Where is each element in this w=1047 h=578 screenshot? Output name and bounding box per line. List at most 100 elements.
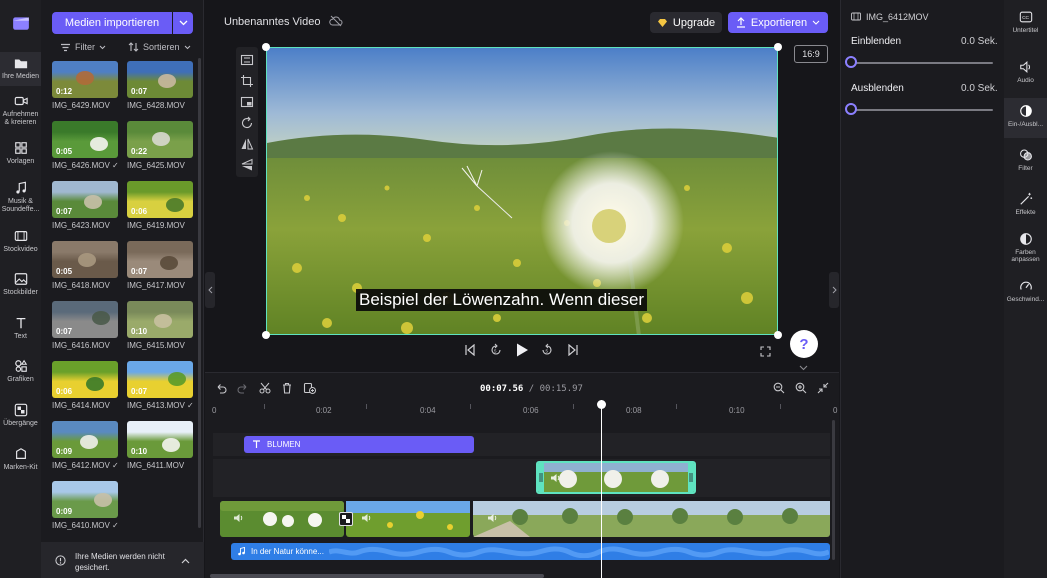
forward-5s-icon[interactable]: 5 — [540, 343, 554, 357]
media-thumbnail[interactable]: 0:12 — [52, 61, 118, 98]
fade-out-slider-track[interactable] — [851, 109, 993, 111]
speaker-icon[interactable] — [550, 473, 561, 483]
transition-button[interactable] — [339, 512, 353, 526]
nav-item-text[interactable]: Text — [0, 316, 41, 346]
upload-icon — [736, 17, 745, 28]
picture-in-picture-icon[interactable] — [240, 95, 254, 109]
text-clip-blumen[interactable]: BLUMEN — [244, 436, 474, 453]
zoom-in-icon[interactable] — [795, 382, 807, 394]
media-thumbnail[interactable]: 0:07 — [127, 361, 193, 398]
nav-item-vorlagen[interactable]: Vorlagen — [0, 141, 41, 171]
export-button[interactable]: Exportieren — [728, 12, 828, 33]
nav-item-ihre-medien[interactable]: Ihre Medien — [0, 52, 41, 86]
media-thumbnail[interactable]: 0:07 — [52, 181, 118, 218]
media-thumbnail[interactable]: 0:05 — [52, 241, 118, 278]
media-thumbnail[interactable]: 0:06 — [52, 361, 118, 398]
delete-trash-icon[interactable] — [281, 382, 293, 394]
nav-item-stockvideo[interactable]: Stockvideo — [0, 229, 41, 259]
playhead[interactable] — [601, 400, 602, 578]
sort-button[interactable]: Sortieren — [128, 42, 191, 52]
speaker-icon[interactable] — [487, 513, 498, 523]
media-scrollbar[interactable] — [198, 58, 201, 528]
tab-audio[interactable]: Audio — [1004, 60, 1047, 92]
rotate-icon[interactable] — [240, 116, 254, 130]
fade-in-slider-track[interactable] — [851, 62, 993, 64]
nav-label: Stockbilder — [3, 289, 38, 296]
collapse-properties-panel-button[interactable] — [829, 272, 839, 308]
media-thumbnail[interactable]: 0:07 — [52, 301, 118, 338]
playhead-handle[interactable] — [597, 400, 606, 409]
collapse-media-panel-button[interactable] — [205, 272, 215, 308]
help-button[interactable]: ? — [790, 330, 818, 358]
fit-timeline-icon[interactable] — [817, 382, 829, 394]
tab-farben-anpassen[interactable]: Farben anpassen — [1004, 232, 1047, 268]
flip-horizontal-icon[interactable] — [240, 137, 254, 151]
media-thumbnail[interactable]: 0:09 — [52, 481, 118, 518]
aspect-ratio-button[interactable]: 16:9 — [794, 45, 828, 63]
media-thumbnail[interactable]: 0:10 — [127, 301, 193, 338]
crop-icon[interactable] — [240, 74, 254, 88]
media-thumbnail[interactable]: 0:07 — [127, 61, 193, 98]
media-thumbnail[interactable]: 0:22 — [127, 121, 193, 158]
media-thumbnail[interactable]: 0:06 — [127, 181, 193, 218]
redo-icon[interactable] — [237, 382, 249, 394]
skip-to-start-icon[interactable] — [464, 344, 476, 356]
tick-label: 0:04 — [420, 406, 436, 415]
media-thumbnail[interactable]: 0:10 — [127, 421, 193, 458]
media-thumbnail[interactable]: 0:07 — [127, 241, 193, 278]
fade-out-slider-knob[interactable] — [845, 103, 857, 115]
upgrade-button[interactable]: Upgrade — [650, 12, 722, 33]
rewind-5s-icon[interactable]: 5 — [489, 343, 503, 357]
nav-item-musik[interactable]: Musik & Soundeffe... — [0, 181, 41, 217]
tab-effekte[interactable]: Effekte — [1004, 192, 1047, 224]
tab-ein-ausblenden[interactable]: Ein-/Ausbl... — [1004, 98, 1047, 138]
nav-item-grafiken[interactable]: Grafiken — [0, 359, 41, 389]
fade-in-slider-knob[interactable] — [845, 56, 857, 68]
add-media-icon[interactable] — [303, 382, 316, 394]
thumbnail-duration: 0:22 — [131, 147, 148, 156]
media-thumbnail[interactable]: 0:05 — [52, 121, 118, 158]
import-media-button[interactable]: Medien importieren — [52, 12, 172, 34]
media-thumbnail[interactable]: 0:09 — [52, 421, 118, 458]
timeline-horizontal-scrollbar[interactable] — [210, 574, 544, 578]
nav-item-uebergaenge[interactable]: Übergänge — [0, 403, 41, 433]
audio-clip[interactable]: In der Natur könne... — [231, 543, 830, 560]
thumbnail-filename: IMG_6428.MOV — [127, 101, 185, 110]
overlay-video-clip[interactable] — [536, 461, 696, 494]
thumbnail-filename: IMG_6414.MOV — [52, 401, 110, 410]
nav-item-aufnehmen[interactable]: Aufnehmen & kreieren — [0, 94, 41, 130]
resize-handle-top-right[interactable] — [774, 43, 782, 51]
chevron-down-icon[interactable] — [799, 365, 808, 371]
thumbnail-filename: IMG_6413.MOV ✓ — [127, 401, 194, 410]
chevron-up-icon[interactable] — [181, 558, 190, 564]
flip-vertical-icon[interactable] — [240, 158, 254, 172]
speaker-icon[interactable] — [233, 513, 244, 523]
fit-icon[interactable] — [240, 53, 254, 67]
resize-handle-bottom-right[interactable] — [774, 331, 782, 339]
project-title[interactable]: Unbenanntes Video — [224, 16, 320, 28]
timeline-vertical-scrollbar[interactable] — [832, 420, 835, 560]
svg-text:5: 5 — [494, 349, 497, 354]
undo-icon[interactable] — [215, 382, 227, 394]
speaker-icon[interactable] — [361, 513, 372, 523]
zoom-out-icon[interactable] — [773, 382, 785, 394]
tab-untertitel[interactable]: CC Untertitel — [1004, 10, 1047, 42]
thumbnail-filename-text: IMG_6418.MOV — [52, 281, 110, 290]
app-logo[interactable] — [0, 0, 41, 44]
fullscreen-icon[interactable] — [760, 346, 771, 357]
thumbnail-subject — [92, 311, 110, 325]
resize-handle-top-left[interactable] — [262, 43, 270, 51]
import-options-dropdown[interactable] — [173, 12, 193, 34]
tab-filter[interactable]: Filter — [1004, 148, 1047, 180]
nav-item-marken-kit[interactable]: Marken-Kit — [0, 447, 41, 477]
skip-to-end-icon[interactable] — [567, 344, 579, 356]
play-icon[interactable] — [515, 342, 529, 358]
thumbnail-filename-text: IMG_6417.MOV — [127, 281, 185, 290]
split-scissors-icon[interactable] — [259, 382, 271, 394]
nav-item-stockbilder[interactable]: Stockbilder — [0, 272, 41, 302]
thumbnail-duration: 0:10 — [131, 447, 148, 456]
filter-button[interactable]: Filter — [60, 42, 106, 52]
tab-geschwindigkeit[interactable]: Geschwind... — [1004, 279, 1047, 311]
resize-handle-bottom-left[interactable] — [262, 331, 270, 339]
chevron-right-icon — [832, 286, 837, 294]
